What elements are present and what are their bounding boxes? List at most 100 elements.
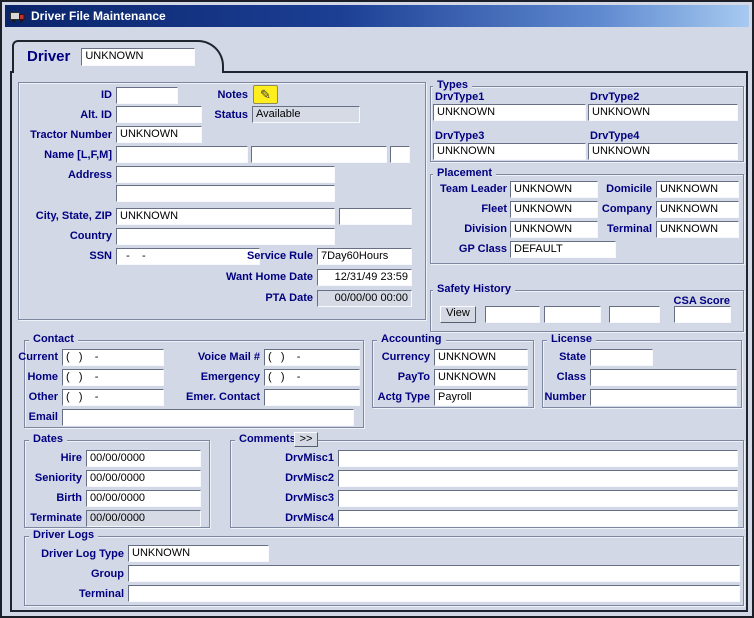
fleet-field[interactable]: UNKNOWN [510, 201, 598, 218]
notes-icon[interactable]: ✎ [253, 85, 278, 104]
drvtype1-field[interactable]: UNKNOWN [433, 104, 586, 121]
terminal-label: Terminal [597, 223, 652, 236]
driver-log-group-field[interactable] [128, 565, 740, 582]
tractor-number-label: Tractor Number [16, 129, 112, 142]
gp-class-field[interactable]: DEFAULT [510, 241, 616, 258]
company-field[interactable]: UNKNOWN [656, 201, 739, 218]
other-phone-field[interactable]: ( ) - [62, 389, 164, 406]
license-number-field[interactable] [590, 389, 737, 406]
contact-group-title: Contact [29, 333, 78, 346]
current-phone-field[interactable]: ( ) - [62, 349, 164, 366]
drvtype3-label: DrvType3 [435, 130, 484, 143]
license-state-label: State [538, 351, 586, 364]
alt-id-field[interactable] [116, 106, 202, 123]
comments-group-title: Comments [235, 433, 300, 446]
status-label: Status [198, 109, 248, 122]
tab-driver-label: Driver [27, 48, 70, 65]
voice-mail-field[interactable]: ( ) - [264, 349, 360, 366]
drvtype1-label: DrvType1 [435, 91, 484, 104]
address1-field[interactable] [116, 166, 335, 183]
actg-type-field[interactable]: Payroll [434, 389, 528, 406]
driver-log-terminal-field[interactable] [128, 585, 740, 602]
name-label: Name [L,F,M] [16, 149, 112, 162]
division-label: Division [430, 223, 507, 236]
comments-expand-button[interactable]: >> [294, 432, 318, 447]
drvmisc3-label: DrvMisc3 [276, 492, 334, 505]
terminate-date-field: 00/00/0000 [86, 510, 201, 527]
id-label: ID [16, 89, 112, 102]
csa-score-field [674, 306, 731, 323]
voice-mail-label: Voice Mail # [182, 351, 260, 364]
tab-driver[interactable]: Driver UNKNOWN [12, 40, 224, 73]
want-home-date-label: Want Home Date [217, 271, 313, 284]
payto-label: PayTo [374, 371, 430, 384]
driver-key-field[interactable]: UNKNOWN [81, 48, 195, 66]
birth-date-field[interactable]: 00/00/0000 [86, 490, 201, 507]
drvmisc2-label: DrvMisc2 [276, 472, 334, 485]
view-button[interactable]: View [440, 306, 476, 323]
titlebar[interactable]: Driver File Maintenance [5, 5, 749, 27]
status-field: Available [252, 106, 360, 123]
driver-log-type-field[interactable]: UNKNOWN [128, 545, 269, 562]
accounting-group-title: Accounting [377, 333, 446, 346]
country-label: Country [16, 230, 112, 243]
drvmisc2-field[interactable] [338, 470, 738, 487]
service-rule-field[interactable]: 7Day60Hours [317, 248, 412, 265]
want-home-date-field[interactable]: 12/31/49 23:59 [317, 269, 412, 286]
license-class-field[interactable] [590, 369, 737, 386]
current-phone-label: Current [10, 351, 58, 364]
safety-score-field-3 [609, 306, 660, 323]
driver-logs-group-title: Driver Logs [29, 529, 98, 542]
city-field[interactable]: UNKNOWN [116, 208, 335, 225]
terminate-date-label: Terminate [18, 512, 82, 525]
drvtype2-label: DrvType2 [590, 91, 639, 104]
company-label: Company [597, 203, 652, 216]
seniority-date-label: Seniority [18, 472, 82, 485]
payto-field[interactable]: UNKNOWN [434, 369, 528, 386]
emer-contact-field[interactable] [264, 389, 360, 406]
currency-label: Currency [374, 351, 430, 364]
service-rule-label: Service Rule [217, 250, 313, 263]
country-field[interactable] [116, 228, 335, 245]
license-class-label: Class [538, 371, 586, 384]
division-field[interactable]: UNKNOWN [510, 221, 598, 238]
window-title: Driver File Maintenance [31, 9, 166, 23]
gp-class-label: GP Class [430, 243, 507, 256]
dates-group-title: Dates [29, 433, 67, 446]
drvtype3-field[interactable]: UNKNOWN [433, 143, 586, 160]
hire-date-field[interactable]: 00/00/0000 [86, 450, 201, 467]
address2-field[interactable] [116, 185, 335, 202]
domicile-label: Domicile [597, 183, 652, 196]
drvtype2-field[interactable]: UNKNOWN [588, 104, 738, 121]
name-middle-field[interactable] [390, 146, 410, 163]
home-phone-field[interactable]: ( ) - [62, 369, 164, 386]
address-label: Address [16, 169, 112, 182]
drvmisc4-field[interactable] [338, 510, 738, 527]
drvtype4-field[interactable]: UNKNOWN [588, 143, 738, 160]
email-field[interactable] [62, 409, 354, 426]
name-last-field[interactable] [116, 146, 248, 163]
domicile-field[interactable]: UNKNOWN [656, 181, 739, 198]
hire-date-label: Hire [18, 452, 82, 465]
pta-date-field: 00/00/00 00:00 [317, 290, 412, 307]
currency-field[interactable]: UNKNOWN [434, 349, 528, 366]
driver-log-type-label: Driver Log Type [28, 548, 124, 561]
name-first-field[interactable] [251, 146, 387, 163]
notes-label: Notes [198, 89, 248, 102]
license-state-field[interactable] [590, 349, 653, 366]
zip-field[interactable] [339, 208, 412, 225]
terminal-field[interactable]: UNKNOWN [656, 221, 739, 238]
tractor-number-field[interactable]: UNKNOWN [116, 126, 202, 143]
emergency-phone-label: Emergency [182, 371, 260, 384]
drvmisc3-field[interactable] [338, 490, 738, 507]
id-field[interactable] [116, 87, 178, 104]
drvmisc1-field[interactable] [338, 450, 738, 467]
ssn-label: SSN [16, 250, 112, 263]
driver-log-group-label: Group [28, 568, 124, 581]
team-leader-label: Team Leader [430, 183, 507, 196]
safety-score-field-2 [544, 306, 601, 323]
team-leader-field[interactable]: UNKNOWN [510, 181, 598, 198]
safety-history-group-title: Safety History [433, 283, 515, 296]
seniority-date-field[interactable]: 00/00/0000 [86, 470, 201, 487]
emergency-phone-field[interactable]: ( ) - [264, 369, 360, 386]
